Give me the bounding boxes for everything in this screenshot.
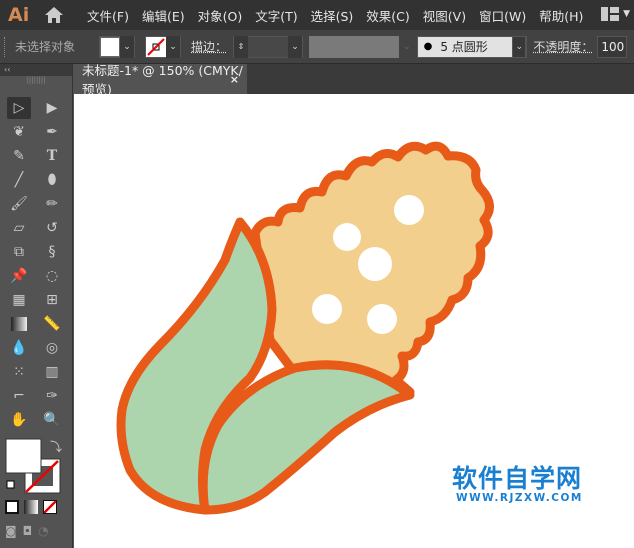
document-tab-title: 未标题-1* @ 150% (CMYK/预览) xyxy=(82,60,247,98)
menu-edit[interactable]: 编辑(E) xyxy=(135,6,191,25)
menu-object[interactable]: 对象(O) xyxy=(191,6,249,25)
main-menu: 文件(F) 编辑(E) 对象(O) 文字(T) 选择(S) 效果(C) 视图(V… xyxy=(80,6,589,25)
document-tab-bar: 未标题-1* @ 150% (CMYK/预览) × xyxy=(74,64,634,94)
scale-tool[interactable]: ⧉ xyxy=(7,241,31,263)
type-tool[interactable]: T xyxy=(40,145,64,167)
menu-view[interactable]: 视图(V) xyxy=(416,6,472,25)
brush-dot-icon: ● xyxy=(424,41,433,52)
warp-tool[interactable]: § xyxy=(40,241,64,263)
chevron-down-icon: ⌄ xyxy=(166,36,180,58)
close-icon[interactable]: × xyxy=(230,73,239,86)
fill-swatch-dropdown[interactable]: ⌄ xyxy=(99,36,135,58)
menu-file[interactable]: 文件(F) xyxy=(80,6,135,25)
paintbrush-tool[interactable]: 🖌 xyxy=(7,193,31,215)
draw-inside-icon[interactable]: ◔ xyxy=(38,524,48,538)
menu-type[interactable]: 文字(T) xyxy=(248,6,303,25)
opacity-label[interactable]: 不透明度： xyxy=(533,38,593,55)
draw-behind-icon[interactable]: ◘ xyxy=(23,524,33,538)
color-mode-icon[interactable] xyxy=(5,500,19,514)
selection-status: 未选择对象 xyxy=(15,38,75,55)
symbol-sprayer-tool[interactable]: ⁙ xyxy=(7,361,31,383)
mesh-tool[interactable]: ⊞ xyxy=(40,289,64,311)
hand-tool[interactable]: ✋ xyxy=(7,409,31,431)
chevron-down-icon: ⌄ xyxy=(512,36,526,58)
variable-width-profile[interactable] xyxy=(309,36,399,58)
chevron-down-icon: ▼ xyxy=(623,9,630,19)
eyedropper-tool[interactable]: 💧 xyxy=(7,337,31,359)
brush-dropdown[interactable]: ● 5 点圆形⌄ xyxy=(417,36,528,58)
stroke-label[interactable]: 描边： xyxy=(191,38,227,55)
opacity-input[interactable]: 100 xyxy=(597,36,627,58)
grip-handle[interactable] xyxy=(4,37,7,57)
lasso-tool[interactable]: ❦ xyxy=(7,121,31,143)
home-icon[interactable] xyxy=(44,6,64,24)
menu-effect[interactable]: 效果(C) xyxy=(359,6,415,25)
tools-panel: ‹‹ |||||||| ▷ ▶ ❦ ✒ ✎ T ╱ ⬮ 🖌 ✏ ▱ ↺ ⧉ § … xyxy=(0,64,73,548)
direct-selection-tool[interactable]: ▶ xyxy=(40,97,64,119)
menu-window[interactable]: 窗口(W) xyxy=(472,6,532,25)
menu-help[interactable]: 帮助(H) xyxy=(532,6,589,25)
stepper-icon[interactable]: ⇕ xyxy=(234,36,248,58)
graph-tool[interactable]: ▥ xyxy=(40,361,64,383)
ellipse-tool[interactable]: ⬮ xyxy=(40,169,64,191)
fill-stroke-swatches[interactable]: ⤵ xyxy=(4,437,70,497)
zoom-tool[interactable]: 🔍 xyxy=(40,409,64,431)
menu-bar: Ai 文件(F) 编辑(E) 对象(O) 文字(T) 选择(S) 效果(C) 视… xyxy=(0,0,634,30)
rotate-tool[interactable]: ↺ xyxy=(40,217,64,239)
panel-grip[interactable]: |||||||| xyxy=(0,76,72,90)
stroke-swatch-dropdown[interactable]: ⌄ xyxy=(145,36,181,58)
chevron-down-icon: ⌄ xyxy=(288,36,302,58)
chevron-down-icon: ⌄ xyxy=(120,36,134,58)
menu-select[interactable]: 选择(S) xyxy=(304,6,360,25)
draw-normal-icon[interactable]: ◙ xyxy=(5,524,17,538)
workspace-switcher[interactable]: ▼ xyxy=(601,7,630,21)
opacity-value: 100 xyxy=(601,40,624,54)
watermark-url: WWW.RJZXW.COM xyxy=(456,492,583,504)
artboard-tool[interactable]: ⌐ xyxy=(7,385,31,407)
draw-mode-buttons: ◙ ◘ ◔ xyxy=(5,524,49,538)
eraser-tool[interactable]: ▱ xyxy=(7,217,31,239)
document-tab[interactable]: 未标题-1* @ 150% (CMYK/预览) × xyxy=(74,64,247,94)
panel-collapse-button[interactable]: ‹‹ xyxy=(0,64,72,76)
stroke-weight-input[interactable] xyxy=(248,37,288,57)
slice-tool[interactable]: ✑ xyxy=(40,385,64,407)
shape-builder-tool[interactable]: ◌ xyxy=(40,265,64,287)
fill-swatch[interactable] xyxy=(6,439,41,473)
control-bar: 未选择对象 ⌄ ⌄ 描边： ⇕⌄ ⌄ ●5 点圆形⌄ 不透明度： 100 xyxy=(0,30,634,64)
default-colors-icon xyxy=(7,481,14,488)
selection-tool[interactable]: ▷ xyxy=(7,97,31,119)
gradient-mode-icon[interactable] xyxy=(24,500,38,514)
pin-tool[interactable]: 📌 xyxy=(7,265,31,287)
pen-tool[interactable]: ✒ xyxy=(40,121,64,143)
gradient-tool[interactable] xyxy=(7,313,31,335)
measure-tool[interactable]: 📏 xyxy=(40,313,64,335)
color-mode-buttons xyxy=(5,500,57,514)
chevron-down-icon: ⌄ xyxy=(403,42,411,52)
none-mode-icon[interactable] xyxy=(43,500,57,514)
stroke-none-icon[interactable] xyxy=(146,37,166,57)
fill-swatch[interactable] xyxy=(100,37,120,57)
pencil-tool[interactable]: ✏ xyxy=(40,193,64,215)
watermark-title: 软件自学网 xyxy=(452,459,582,495)
stroke-weight-field[interactable]: ⇕⌄ xyxy=(233,36,303,58)
blend-tool[interactable]: ◎ xyxy=(40,337,64,359)
perspective-grid-tool[interactable]: ▦ xyxy=(7,289,31,311)
layout-icon xyxy=(601,7,619,21)
swap-icon: ⤵ xyxy=(50,440,62,454)
line-tool[interactable]: ╱ xyxy=(7,169,31,191)
curvature-tool[interactable]: ✎ xyxy=(7,145,31,167)
app-logo: Ai xyxy=(8,4,36,26)
brush-name: 5 点圆形 xyxy=(440,38,512,55)
